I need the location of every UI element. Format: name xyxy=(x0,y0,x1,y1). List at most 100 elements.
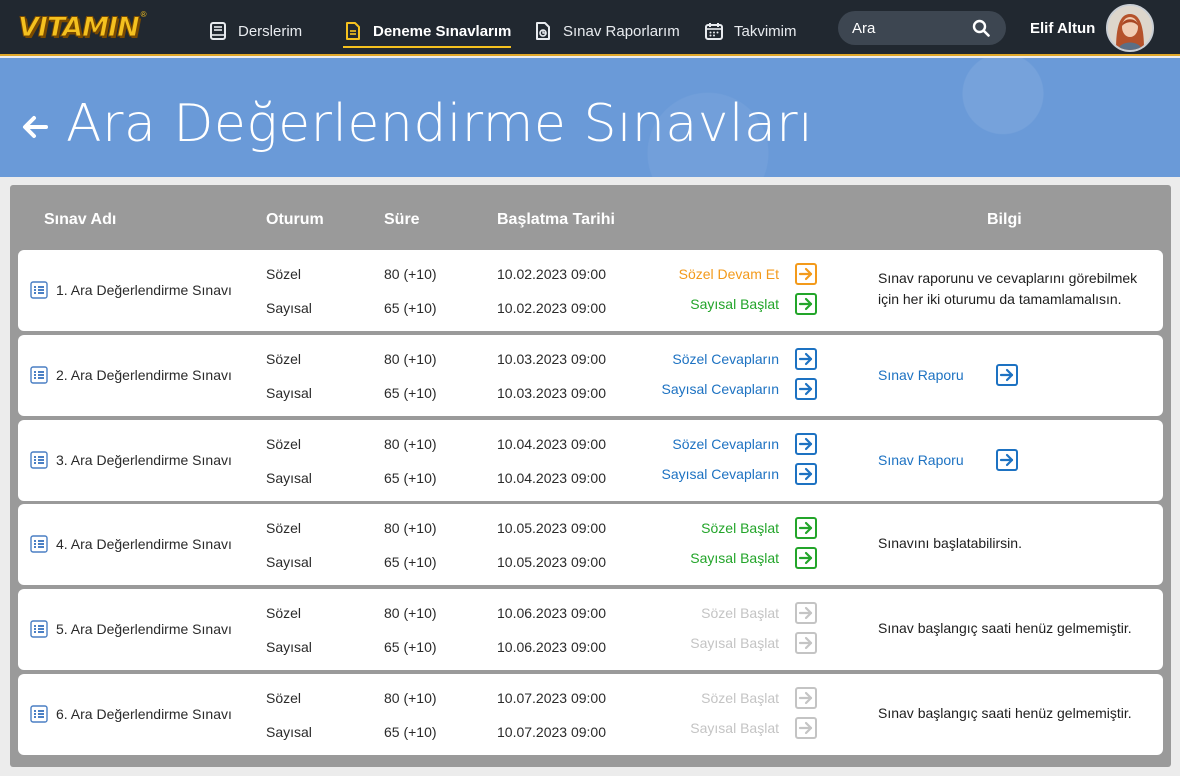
info-text: Sınav başlangıç saati henüz gelmemiştir. xyxy=(878,705,1132,721)
logo-registered-mark: ® xyxy=(140,10,147,19)
user-name[interactable]: Elif Altun xyxy=(1030,20,1095,37)
search-box xyxy=(838,11,1006,45)
start-date-sayisal: 10.03.2023 09:00 xyxy=(497,385,606,401)
info-text: Sınavını başlatabilirsin. xyxy=(878,535,1022,551)
sayisal-action-button[interactable]: Sayısal Cevapların xyxy=(661,463,817,485)
nav-item-takvimim[interactable]: Takvimim xyxy=(704,16,797,46)
list-icon xyxy=(30,705,48,723)
sozel-action-label: Sözel Başlat xyxy=(701,520,779,536)
info-link-label: Sınav Raporu xyxy=(878,367,964,383)
session-sayisal: Sayısal xyxy=(266,554,312,570)
sinav-raporu-link[interactable]: Sınav Raporu xyxy=(878,449,1018,471)
sayisal-action-label: Sayısal Başlat xyxy=(690,296,779,312)
start-date-sayisal: 10.06.2023 09:00 xyxy=(497,639,606,655)
start-date-sayisal: 10.02.2023 09:00 xyxy=(497,300,606,316)
exam-table: Sınav Adı Oturum Süre Başlatma Tarihi Bi… xyxy=(10,185,1171,767)
nav-item-derslerim[interactable]: Derslerim xyxy=(208,16,302,46)
duration-sozel: 80 (+10) xyxy=(384,436,437,452)
sozel-action-button: Sözel Başlat xyxy=(701,602,817,624)
table-row: 5. Ara Değerlendirme Sınavı Sözel Sayısal 8… xyxy=(18,589,1163,670)
nav-label: Derslerim xyxy=(238,22,303,40)
list-icon xyxy=(30,281,48,299)
session-sayisal: Sayısal xyxy=(266,300,312,316)
arrow-right-square-icon xyxy=(795,547,817,569)
exam-name[interactable]: 3. Ara Değerlendirme Sınavı xyxy=(30,451,232,469)
sozel-action-button: Sözel Başlat xyxy=(701,687,817,709)
sayisal-action-label: Sayısal Cevapların xyxy=(661,466,779,482)
report-icon xyxy=(533,21,553,41)
sayisal-action-button[interactable]: Sayısal Başlat xyxy=(690,547,817,569)
header-sure: Süre xyxy=(384,211,420,228)
nav-item-deneme-sinavlarim[interactable]: Deneme Sınavlarım xyxy=(343,16,512,48)
arrow-right-square-icon xyxy=(795,463,817,485)
list-icon xyxy=(30,620,48,638)
document-icon xyxy=(343,21,363,41)
exam-name[interactable]: 2. Ara Değerlendirme Sınavı xyxy=(30,366,232,384)
sayisal-action-button[interactable]: Sayısal Cevapların xyxy=(661,378,817,400)
arrow-right-square-icon xyxy=(795,293,817,315)
sozel-action-button[interactable]: Sözel Cevapların xyxy=(672,348,817,370)
start-date-sozel: 10.04.2023 09:00 xyxy=(497,436,606,452)
arrow-right-square-icon xyxy=(795,263,817,285)
exam-name-label: 2. Ara Değerlendirme Sınavı xyxy=(56,367,232,383)
arrow-right-square-icon xyxy=(995,364,1018,386)
sozel-action-label: Sözel Cevapların xyxy=(672,436,779,452)
back-button[interactable] xyxy=(20,112,50,142)
info-text: Sınav raporunu ve cevaplarını görebilmek… xyxy=(878,270,1138,307)
table-row: 2. Ara Değerlendirme Sınavı Sözel Sayısal 8… xyxy=(18,335,1163,416)
sozel-action-label: Sözel Başlat xyxy=(701,690,779,706)
sozel-action-button[interactable]: Sözel Devam Et xyxy=(679,263,817,285)
start-date-sozel: 10.05.2023 09:00 xyxy=(497,520,606,536)
sayisal-action-label: Sayısal Başlat xyxy=(690,720,779,736)
duration-sayisal: 65 (+10) xyxy=(384,639,437,655)
exam-name-label: 6. Ara Değerlendirme Sınavı xyxy=(56,706,232,722)
avatar[interactable] xyxy=(1106,4,1154,52)
nav-item-sinav-raporlarim[interactable]: Sınav Raporlarım xyxy=(533,16,680,46)
duration-sozel: 80 (+10) xyxy=(384,605,437,621)
search-icon[interactable] xyxy=(972,19,990,42)
session-sayisal: Sayısal xyxy=(266,639,312,655)
session-sozel: Sözel xyxy=(266,266,302,282)
nav-label: Deneme Sınavlarım xyxy=(373,22,512,40)
exam-name[interactable]: 4. Ara Değerlendirme Sınavı xyxy=(30,535,232,553)
book-icon xyxy=(208,21,228,41)
table-row: 3. Ara Değerlendirme Sınavı Sözel Sayısal 8… xyxy=(18,420,1163,501)
vitamin-logo[interactable]: VITAMIN ® xyxy=(18,10,147,44)
arrow-right-square-icon xyxy=(795,717,817,739)
logo-text: VITAMIN xyxy=(18,11,141,43)
header-sinav-adi: Sınav Adı xyxy=(44,211,117,228)
nav-label: Sınav Raporlarım xyxy=(563,22,680,40)
info-text: Sınav başlangıç saati henüz gelmemiştir. xyxy=(878,620,1132,636)
sozel-action-button[interactable]: Sözel Başlat xyxy=(701,517,817,539)
session-sozel: Sözel xyxy=(266,690,302,706)
exam-name[interactable]: 6. Ara Değerlendirme Sınavı xyxy=(30,705,232,723)
sayisal-action-button: Sayısal Başlat xyxy=(690,632,817,654)
nav-label: Takvimim xyxy=(734,22,797,40)
start-date-sayisal: 10.05.2023 09:00 xyxy=(497,554,606,570)
list-icon xyxy=(30,535,48,553)
sayisal-action-label: Sayısal Cevapların xyxy=(661,381,779,397)
start-date-sozel: 10.06.2023 09:00 xyxy=(497,605,606,621)
sayisal-action-label: Sayısal Başlat xyxy=(690,635,779,651)
duration-sayisal: 65 (+10) xyxy=(384,470,437,486)
exam-name-label: 1. Ara Değerlendirme Sınavı xyxy=(56,282,232,298)
sinav-raporu-link[interactable]: Sınav Raporu xyxy=(878,364,1018,386)
duration-sayisal: 65 (+10) xyxy=(384,554,437,570)
sayisal-action-button[interactable]: Sayısal Başlat xyxy=(690,293,817,315)
arrow-right-square-icon xyxy=(795,517,817,539)
session-sozel: Sözel xyxy=(266,436,302,452)
duration-sayisal: 65 (+10) xyxy=(384,385,437,401)
list-icon xyxy=(30,366,48,384)
duration-sozel: 80 (+10) xyxy=(384,266,437,282)
session-sozel: Sözel xyxy=(266,520,302,536)
search-input[interactable] xyxy=(852,11,962,45)
exam-name[interactable]: 5. Ara Değerlendirme Sınavı xyxy=(30,620,232,638)
exam-name[interactable]: 1. Ara Değerlendirme Sınavı xyxy=(30,281,232,299)
list-icon xyxy=(30,451,48,469)
start-date-sozel: 10.03.2023 09:00 xyxy=(497,351,606,367)
session-sayisal: Sayısal xyxy=(266,724,312,740)
exam-name-label: 4. Ara Değerlendirme Sınavı xyxy=(56,536,232,552)
start-date-sozel: 10.02.2023 09:00 xyxy=(497,266,606,282)
arrow-right-square-icon xyxy=(795,433,817,455)
sozel-action-button[interactable]: Sözel Cevapların xyxy=(672,433,817,455)
